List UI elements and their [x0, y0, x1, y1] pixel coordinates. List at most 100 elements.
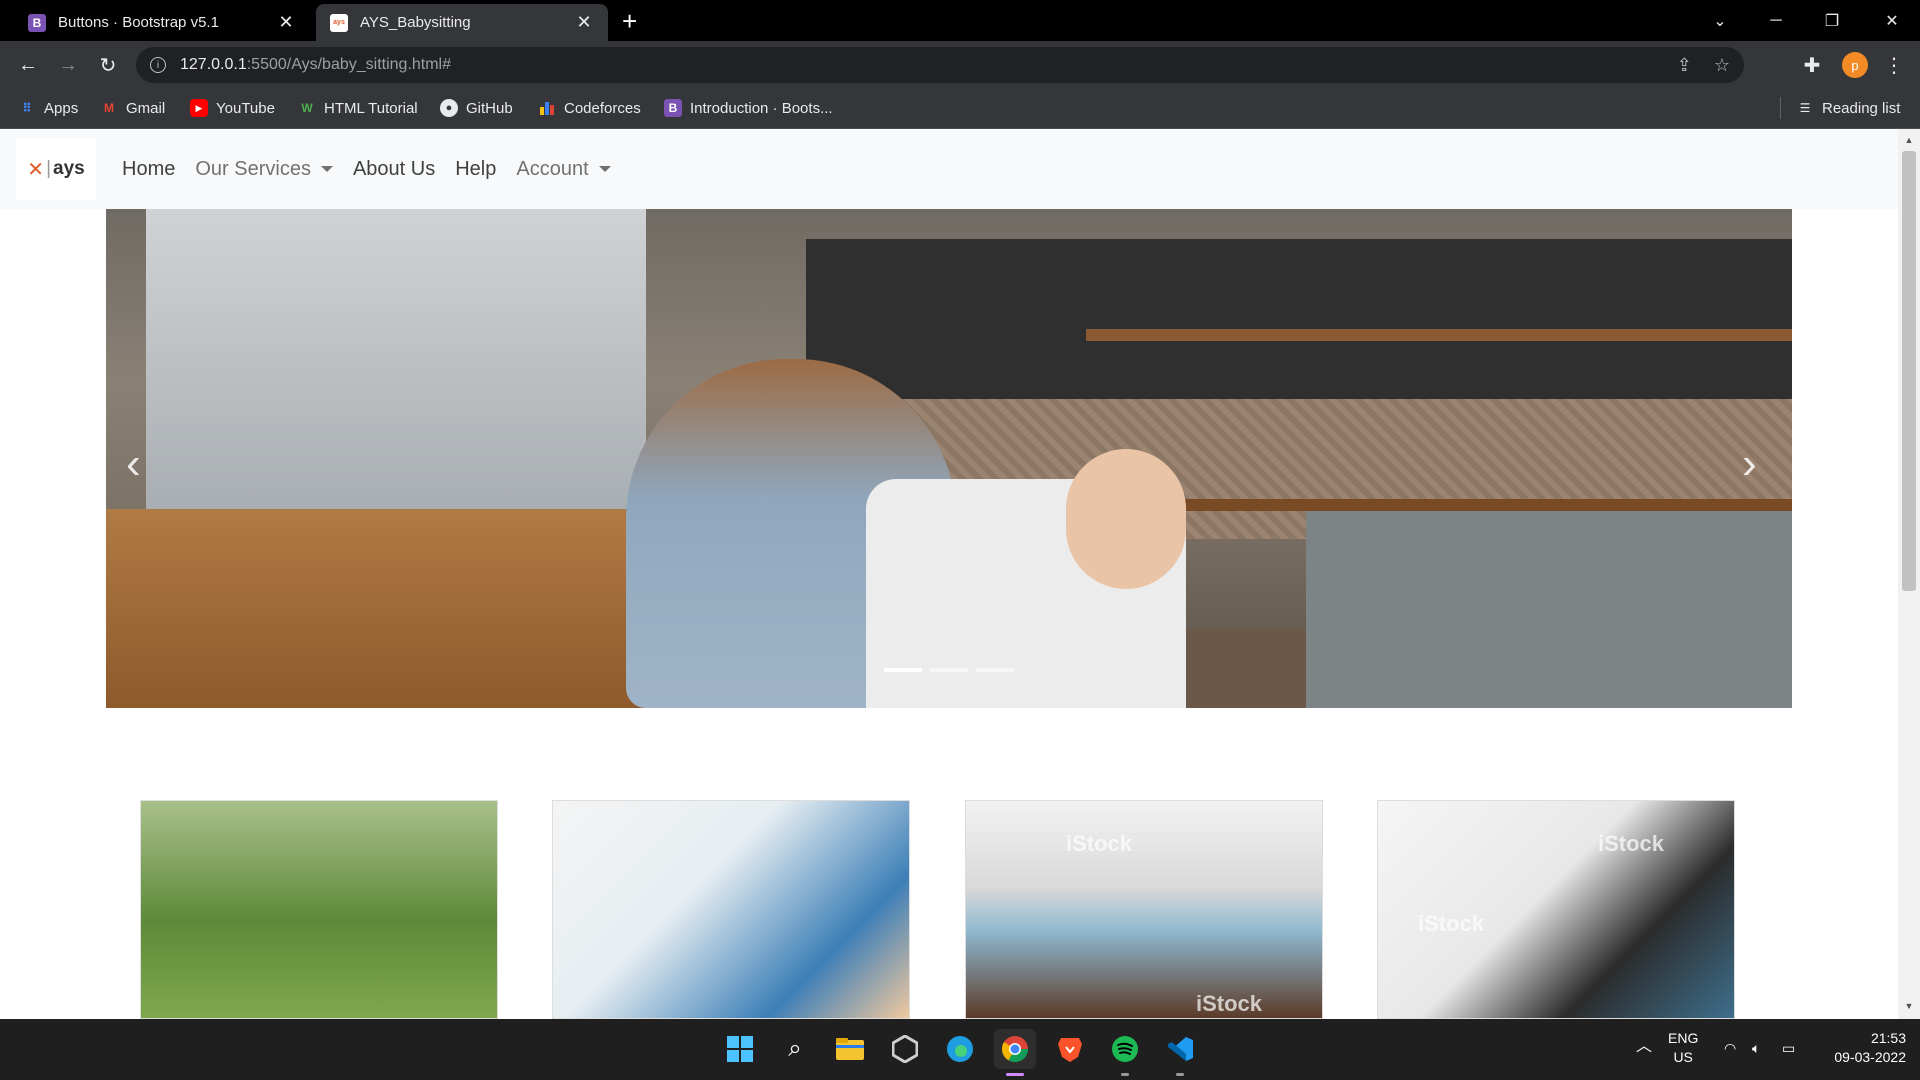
window-close-button[interactable]: ✕ — [1864, 0, 1920, 41]
page-scrollbar[interactable]: ▲ ▼ — [1898, 129, 1920, 1019]
reading-list-button[interactable]: ☰ Reading list — [1796, 99, 1901, 117]
restore-button[interactable]: ❐ — [1804, 0, 1860, 41]
spotify-running-indicator — [1121, 1073, 1129, 1076]
address-bar[interactable]: i 127.0.0.1:5500/Ays/baby_sitting.html# … — [136, 47, 1744, 83]
clock[interactable]: 21:53 09-03-2022 — [1820, 1029, 1906, 1067]
language-indicator[interactable]: ENG US — [1668, 1029, 1698, 1067]
extensions-puzzle-icon[interactable]: ✚ — [1800, 53, 1824, 77]
nav-our-services[interactable]: Our Services — [195, 158, 333, 181]
nav-about-us[interactable]: About Us — [353, 158, 435, 181]
minimize-button[interactable]: ─ — [1748, 0, 1804, 41]
carousel-photo-shelf — [1086, 329, 1792, 341]
bookmark-apps[interactable]: ⠿ Apps — [18, 99, 78, 117]
card-watermark: iStock — [1066, 831, 1133, 856]
edge-icon[interactable] — [944, 1033, 976, 1065]
reload-icon[interactable]: ↻ — [96, 53, 120, 77]
bookmark-gmail[interactable]: M Gmail — [100, 99, 165, 117]
new-tab-button[interactable]: + — [622, 6, 637, 37]
nav-account[interactable]: Account — [516, 158, 611, 181]
carousel-photo-cupboards — [1306, 511, 1792, 708]
card-image-baby-in-towel — [966, 801, 1322, 1018]
windows-start-icon[interactable] — [724, 1033, 756, 1065]
menu-kebab-icon[interactable]: ⋮ — [1882, 53, 1906, 77]
bookmark-label: Introduction · Boots... — [690, 99, 833, 117]
battery-icon[interactable]: ▭ — [1782, 1039, 1795, 1058]
nav-label: Our Services — [195, 157, 311, 180]
carousel-next-icon[interactable]: › — [1742, 439, 1757, 489]
vscode-icon[interactable] — [1164, 1033, 1196, 1065]
nav-help[interactable]: Help — [455, 158, 496, 181]
show-hidden-icons-icon[interactable]: ︿ — [1636, 1037, 1652, 1056]
tab-ays-babysitting[interactable]: ays AYS_Babysitting ✕ — [316, 4, 608, 41]
scroll-down-icon[interactable]: ▼ — [1903, 1001, 1915, 1011]
logo-mark-icon: ✕ — [27, 158, 45, 181]
wifi-icon[interactable]: ◠ — [1724, 1039, 1736, 1058]
bookmark-youtube[interactable]: ▶ YouTube — [190, 99, 275, 117]
ays-favicon: ays — [330, 13, 348, 32]
carousel-indicator[interactable] — [976, 668, 1014, 672]
carousel-indicator[interactable] — [884, 668, 922, 672]
tab-search-icon[interactable]: ⌄ — [1692, 0, 1748, 41]
spotify-icon[interactable] — [1109, 1033, 1141, 1065]
hero-carousel[interactable]: ‹ › — [106, 209, 1792, 708]
file-explorer-icon[interactable] — [834, 1033, 866, 1065]
service-card[interactable] — [140, 800, 498, 1019]
url-host: 127.0.0.1 — [180, 56, 247, 73]
close-icon[interactable]: ✕ — [276, 12, 296, 33]
site-info-icon[interactable]: i — [150, 57, 166, 73]
youtube-icon: ▶ — [190, 99, 208, 117]
reading-list-label: Reading list — [1822, 99, 1901, 117]
nav-home[interactable]: Home — [122, 158, 175, 181]
region-label: US — [1673, 1049, 1693, 1065]
caret-down-icon — [598, 166, 611, 172]
bookmarks-bar: ⠿ Apps M Gmail ▶ YouTube W HTML Tutorial… — [0, 89, 1920, 129]
bookmarks-divider — [1780, 97, 1781, 119]
bookmark-label: Codeforces — [564, 99, 641, 117]
gmail-icon: M — [104, 101, 114, 115]
close-icon[interactable]: ✕ — [574, 12, 594, 33]
chrome-active-indicator — [1006, 1073, 1024, 1076]
card-image-children-playing — [141, 801, 497, 1018]
language-label: ENG — [1668, 1030, 1699, 1046]
search-icon[interactable]: ⌕ — [779, 1033, 811, 1065]
forward-arrow-icon[interactable]: → — [56, 53, 80, 77]
windows-taskbar: ⌕ ︿ ENG US ◠ 🔈︎ ▭ 21:53 09-03-2022 — [0, 1019, 1920, 1080]
bootstrap-icon: B — [664, 99, 682, 117]
unity-icon[interactable] — [889, 1033, 921, 1065]
brand-logo[interactable]: ✕ | ays — [16, 138, 96, 200]
apps-grid-icon: ⠿ — [22, 101, 32, 115]
bookmark-introduction-bootstrap[interactable]: B Introduction · Boots... — [664, 99, 833, 117]
back-arrow-icon[interactable]: ← — [16, 53, 40, 77]
chrome-icon[interactable] — [994, 1029, 1036, 1069]
share-icon[interactable]: ⇪ — [1677, 55, 1692, 76]
tab-title: AYS_Babysitting — [360, 14, 471, 31]
brave-icon[interactable] — [1054, 1033, 1086, 1065]
w3schools-icon: W — [301, 101, 313, 115]
bookmark-html-tutorial[interactable]: W HTML Tutorial — [298, 99, 417, 117]
service-card[interactable] — [552, 800, 910, 1019]
web-page: ✕ | ays Home Our Services About Us Help Ac… — [0, 129, 1898, 1019]
profile-avatar[interactable]: p — [1842, 52, 1868, 78]
carousel-indicators — [884, 668, 1014, 672]
tab-bootstrap-buttons[interactable]: B Buttons · Bootstrap v5.1 ✕ — [14, 4, 310, 41]
card-watermark: iStock — [1418, 911, 1485, 936]
carousel-indicator[interactable] — [930, 668, 968, 672]
carousel-photo-baby — [1066, 449, 1186, 589]
service-card[interactable]: iStock iStock — [1377, 800, 1735, 1019]
carousel-photo-cabinets — [806, 239, 1792, 399]
github-icon: ● — [440, 99, 458, 117]
codeforces-icon — [538, 99, 556, 117]
scrollbar-thumb[interactable] — [1902, 151, 1916, 591]
carousel-photo-window — [146, 209, 646, 509]
brand-text: ays — [53, 158, 85, 179]
volume-icon[interactable]: 🔈︎ — [1752, 1039, 1760, 1058]
carousel-prev-icon[interactable]: ‹ — [126, 439, 141, 489]
bookmark-codeforces[interactable]: Codeforces — [538, 99, 641, 117]
bookmark-label: GitHub — [466, 99, 513, 117]
card-image-mother-feeding-baby — [553, 801, 909, 1018]
bookmark-star-icon[interactable]: ☆ — [1714, 55, 1730, 76]
bookmark-github[interactable]: ● GitHub — [440, 99, 513, 117]
scroll-up-icon[interactable]: ▲ — [1903, 135, 1915, 145]
url-path: :5500/Ays/baby_sitting.html# — [246, 56, 452, 73]
service-card[interactable]: iStock iStock — [965, 800, 1323, 1019]
